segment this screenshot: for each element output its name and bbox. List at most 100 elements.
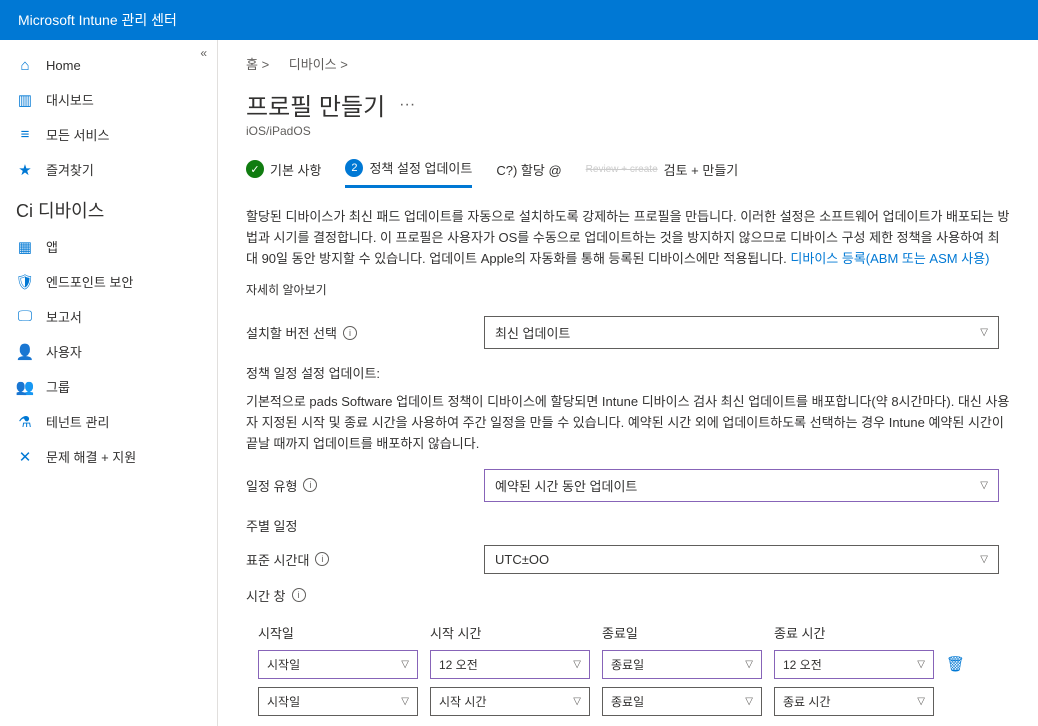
wizard-step-basics[interactable]: ✓ 기본 사항 — [246, 160, 321, 187]
chevron-down-icon: ▽ — [980, 327, 988, 338]
chevron-down-icon: ▽ — [980, 554, 988, 565]
chevron-down-icon: ▽ — [745, 659, 753, 670]
info-icon[interactable]: i — [315, 552, 329, 566]
nav-label: 엔드포인트 보안 — [46, 272, 133, 291]
page-title: 프로필 만들기 — [246, 87, 385, 122]
version-select[interactable]: 최신 업데이트 ▽ — [484, 316, 999, 349]
nav-apps[interactable]: ▦ 앱 — [0, 229, 217, 264]
nav-label: 대시보드 — [46, 90, 94, 109]
app-header: Microsoft Intune 관리 센터 — [0, 0, 1038, 40]
learn-more-link[interactable]: 자세히 알아보기 — [246, 281, 1010, 298]
nav-endpoint-security[interactable]: 🛡 엔드포인트 보안 — [0, 264, 217, 299]
nav-label: 보고서 — [46, 307, 82, 326]
wrench-icon: ✕ — [16, 448, 34, 466]
header-start-day: 시작일 — [258, 623, 418, 642]
info-icon[interactable]: i — [292, 588, 306, 602]
schedule-type-label: 일정 유형 i — [246, 476, 476, 495]
chevron-down-icon: ▽ — [917, 696, 925, 707]
time-table-row: 시작일 ▽ 12 오전 ▽ 종료일 ▽ 12 오전 ▽ 🗑 — [246, 650, 1010, 679]
dashboard-icon: ▥ — [16, 91, 34, 109]
wizard-step-update-settings[interactable]: 2 정책 설정 업데이트 — [345, 158, 472, 188]
nav-label: 모든 서비스 — [46, 125, 109, 144]
nav-label: 그룹 — [46, 377, 70, 396]
home-icon: ⌂ — [16, 56, 34, 74]
timewindow-label: 시간 창 i — [246, 586, 476, 605]
end-time-select[interactable]: 종료 시간 ▽ — [774, 687, 934, 716]
weekly-schedule-label: 주별 일정 — [246, 516, 1010, 535]
header-end-time: 종료 시간 — [774, 623, 934, 642]
start-day-select[interactable]: 시작일 ▽ — [258, 687, 418, 716]
app-title: Microsoft Intune 관리 센터 — [18, 12, 177, 28]
info-icon[interactable]: i — [303, 478, 317, 492]
wizard-step-review[interactable]: Review + create 검토 + 만들기 — [586, 160, 739, 187]
collapse-sidebar-icon[interactable]: « — [200, 46, 207, 60]
nav-favorites[interactable]: ★ 즐겨찾기 — [0, 152, 217, 187]
end-day-select[interactable]: 종료일 ▽ — [602, 650, 762, 679]
nav-label: 문제 해결 + 지원 — [46, 447, 136, 466]
main-container: « ⌂ Home ▥ 대시보드 ≡ 모든 서비스 ★ 즐겨찾기 Ci 디바이스 … — [0, 40, 1038, 726]
timezone-label: 표준 시간대 i — [246, 550, 476, 569]
chevron-down-icon: ▽ — [573, 659, 581, 670]
nav-users[interactable]: 👤 사용자 — [0, 334, 217, 369]
nav-dashboard[interactable]: ▥ 대시보드 — [0, 82, 217, 117]
chevron-down-icon: ▽ — [917, 659, 925, 670]
more-menu-icon[interactable]: ··· — [399, 96, 415, 114]
breadcrumb-home[interactable]: 홈 > — [246, 57, 269, 72]
step-number-icon: 2 — [345, 159, 363, 177]
page-title-row: 프로필 만들기 ··· — [246, 87, 1010, 122]
timezone-select[interactable]: UTC±OO ▽ — [484, 545, 999, 574]
apps-icon: ▦ — [16, 238, 34, 256]
nav-home[interactable]: ⌂ Home — [0, 48, 217, 82]
nav-label: Home — [46, 58, 81, 73]
schedule-type-select[interactable]: 예약된 시간 동안 업데이트 ▽ — [484, 469, 999, 502]
chevron-down-icon: ▽ — [401, 659, 409, 670]
start-time-select[interactable]: 12 오전 ▽ — [430, 650, 590, 679]
wizard-steps: ✓ 기본 사항 2 정책 설정 업데이트 C?) 할당 @ Review + c… — [246, 158, 1010, 189]
version-label: 설치할 버전 선택 i — [246, 323, 476, 342]
nav-tenant-admin[interactable]: ⚗ 테넌트 관리 — [0, 404, 217, 439]
tenant-icon: ⚗ — [16, 413, 34, 431]
device-enrollment-link[interactable]: 디바이스 등록(ABM 또는 ASM 사용) — [790, 251, 989, 266]
version-select-row: 설치할 버전 선택 i 최신 업데이트 ▽ — [246, 316, 1010, 349]
time-table-row: 시작일 ▽ 시작 시간 ▽ 종료일 ▽ 종료 시간 ▽ — [246, 687, 1010, 716]
nav-groups[interactable]: 👥 그룹 — [0, 369, 217, 404]
profile-description: 할당된 디바이스가 최신 패드 업데이트를 자동으로 설치하도록 강제하는 프로… — [246, 207, 1010, 269]
sidebar: « ⌂ Home ▥ 대시보드 ≡ 모든 서비스 ★ 즐겨찾기 Ci 디바이스 … — [0, 40, 218, 726]
start-time-select[interactable]: 시작 시간 ▽ — [430, 687, 590, 716]
time-table-headers: 시작일 시작 시간 종료일 종료 시간 — [246, 623, 1010, 642]
end-day-select[interactable]: 종료일 ▽ — [602, 687, 762, 716]
breadcrumb-devices[interactable]: 디바이스 > — [289, 57, 348, 72]
nav-label: 사용자 — [46, 342, 82, 361]
chevron-down-icon: ▽ — [980, 480, 988, 491]
user-icon: 👤 — [16, 343, 34, 361]
shield-icon: 🛡 — [16, 273, 34, 291]
check-icon: ✓ — [246, 160, 264, 178]
devices-section-header: Ci 디바이스 — [0, 187, 217, 229]
group-icon: 👥 — [16, 378, 34, 396]
delete-row-icon[interactable]: 🗑 — [946, 655, 965, 673]
info-icon[interactable]: i — [343, 326, 357, 340]
chevron-down-icon: ▽ — [401, 696, 409, 707]
page-subtitle: iOS/iPadOS — [246, 124, 1010, 138]
nav-troubleshoot[interactable]: ✕ 문제 해결 + 지원 — [0, 439, 217, 474]
services-icon: ≡ — [16, 126, 34, 144]
start-day-select[interactable]: 시작일 ▽ — [258, 650, 418, 679]
end-time-select[interactable]: 12 오전 ▽ — [774, 650, 934, 679]
nav-label: 앱 — [46, 237, 58, 256]
chevron-down-icon: ▽ — [745, 696, 753, 707]
nav-reports[interactable]: 🖵 보고서 — [0, 299, 217, 334]
content-area: 홈 > 디바이스 > 프로필 만들기 ··· iOS/iPadOS ✓ 기본 사… — [218, 40, 1038, 726]
header-start-time: 시작 시간 — [430, 623, 590, 642]
timezone-row: 표준 시간대 i UTC±OO ▽ — [246, 545, 1010, 574]
nav-label: 즐겨찾기 — [46, 160, 94, 179]
nav-label: 테넌트 관리 — [46, 412, 109, 431]
wizard-step-assignments[interactable]: C?) 할당 @ — [496, 160, 561, 187]
report-icon: 🖵 — [16, 308, 34, 326]
breadcrumb: 홈 > 디바이스 > — [246, 54, 1010, 73]
chevron-down-icon: ▽ — [573, 696, 581, 707]
schedule-description: 기본적으로 pads Software 업데이트 정책이 디바이스에 할당되면 … — [246, 392, 1010, 454]
schedule-settings-header: 정책 일정 설정 업데이트: — [246, 363, 1010, 382]
header-end-day: 종료일 — [602, 623, 762, 642]
nav-all-services[interactable]: ≡ 모든 서비스 — [0, 117, 217, 152]
timewindow-row: 시간 창 i — [246, 586, 1010, 605]
